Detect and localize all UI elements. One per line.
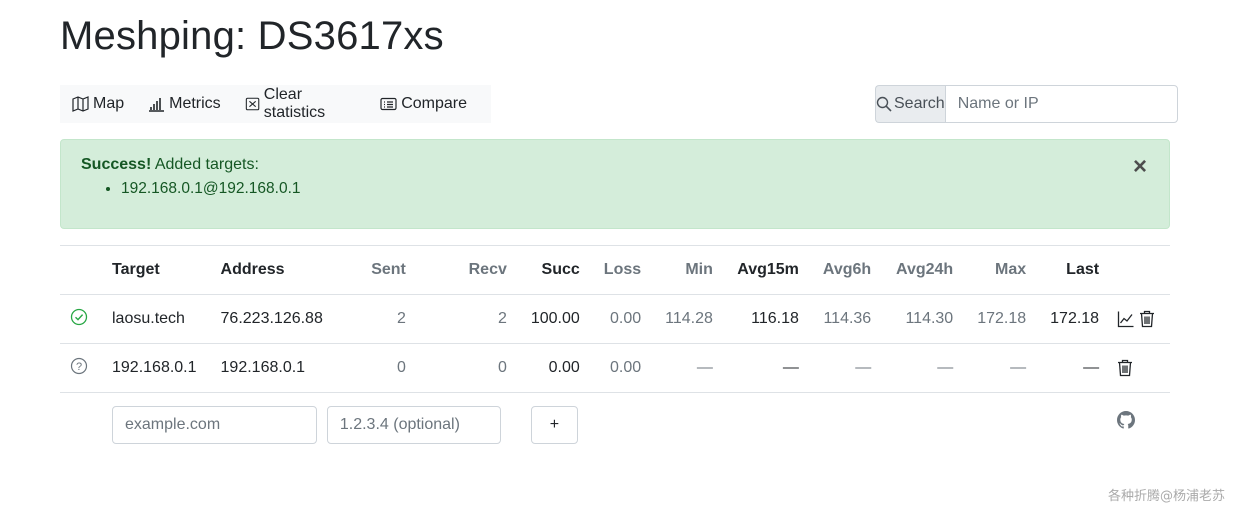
search-input[interactable] (944, 85, 1178, 123)
header-recv[interactable]: Recv (417, 245, 519, 295)
alert-list: 192.168.0.1@192.168.0.1 (81, 180, 1149, 198)
add-target-button[interactable]: + (530, 405, 578, 444)
header-actions (1111, 245, 1170, 295)
alert-message: Added targets: (154, 156, 259, 173)
compare-button[interactable]: Compare (380, 95, 467, 113)
table-row: ? 192.168.0.1 192.168.0.1 0 0 0.00 0.00 … (60, 343, 1170, 393)
question-circle-icon: ? (70, 357, 88, 374)
graph-icon[interactable] (1117, 310, 1135, 328)
avg15m-cell: — (724, 343, 811, 393)
loss-cell: 0.00 (591, 343, 654, 393)
target-cell: 192.168.0.1 (100, 343, 209, 393)
map-icon (72, 96, 89, 112)
max-cell: 172.18 (965, 294, 1039, 344)
metrics-label: Metrics (169, 95, 221, 112)
check-circle-icon (70, 308, 88, 325)
github-cell (1111, 392, 1170, 457)
succ-cell: 100.00 (518, 294, 592, 344)
add-button-cell: + (518, 392, 592, 457)
bar-chart-icon (149, 98, 165, 112)
trash-icon[interactable] (1139, 310, 1155, 328)
avg6h-cell: 114.36 (810, 294, 884, 344)
status-cell (60, 294, 100, 344)
header-succ[interactable]: Succ (518, 245, 592, 295)
x-square-icon (245, 97, 259, 111)
add-name-cell (100, 392, 335, 457)
search-button[interactable]: Search (875, 85, 945, 123)
actions-cell (1111, 294, 1170, 344)
header-min[interactable]: Min (653, 245, 725, 295)
search-group: Search (875, 85, 1178, 123)
targets-table: Target Address Sent Recv Succ Loss Min A… (60, 245, 1170, 457)
compare-label: Compare (401, 95, 467, 112)
header-last[interactable]: Last (1038, 245, 1112, 295)
header-max[interactable]: Max (965, 245, 1039, 295)
target-address-input[interactable] (326, 405, 501, 444)
max-cell: — (965, 343, 1039, 393)
header-avg6h[interactable]: Avg6h (810, 245, 884, 295)
avg6h-cell: — (810, 343, 884, 393)
alert-close-button[interactable]: × (1133, 155, 1147, 179)
clear-statistics-button[interactable]: Clear statistics (245, 86, 357, 122)
header-target[interactable]: Target (100, 245, 209, 295)
min-cell: 114.28 (653, 294, 725, 344)
metrics-button[interactable]: Metrics (148, 95, 221, 113)
header-status (60, 245, 100, 295)
sent-cell: 0 (334, 343, 418, 393)
table-header-row: Target Address Sent Recv Succ Loss Min A… (60, 245, 1170, 295)
trash-icon[interactable] (1117, 359, 1133, 377)
toolbar: Map Metrics Clear statistics Compare (60, 85, 491, 123)
avg24h-cell: 114.30 (883, 294, 966, 344)
page-title: Meshping: DS3617xs (60, 14, 444, 58)
add-address-cell (326, 392, 519, 457)
success-alert: Success! Added targets: 192.168.0.1@192.… (60, 139, 1170, 229)
last-cell: — (1038, 343, 1112, 393)
map-label: Map (93, 95, 125, 112)
header-avg24h[interactable]: Avg24h (883, 245, 966, 295)
table-row: laosu.tech 76.223.126.88 2 2 100.00 0.00… (60, 294, 1170, 344)
header-avg15m[interactable]: Avg15m (724, 245, 811, 295)
add-row-spacer (60, 392, 100, 457)
search-label: Search (894, 95, 945, 112)
last-cell: 172.18 (1038, 294, 1112, 344)
address-cell: 76.223.126.88 (208, 294, 335, 344)
map-button[interactable]: Map (72, 95, 124, 113)
github-icon[interactable] (1117, 410, 1136, 429)
header-address[interactable]: Address (208, 245, 335, 295)
target-name-input[interactable] (112, 405, 317, 444)
avg24h-cell: — (883, 343, 966, 393)
add-row-filler (591, 392, 1112, 457)
loss-cell: 0.00 (591, 294, 654, 344)
alert-strong: Success! (81, 156, 152, 173)
actions-cell (1111, 343, 1170, 393)
recv-cell: 0 (417, 343, 519, 393)
target-cell: laosu.tech (100, 294, 209, 344)
sent-cell: 2 (334, 294, 418, 344)
svg-text:?: ? (76, 361, 82, 373)
min-cell: — (653, 343, 725, 393)
header-sent[interactable]: Sent (334, 245, 418, 295)
address-cell: 192.168.0.1 (208, 343, 335, 393)
add-target-row: + (60, 392, 1170, 457)
recv-cell: 2 (417, 294, 519, 344)
avg15m-cell: 116.18 (724, 294, 811, 344)
header-loss[interactable]: Loss (591, 245, 654, 295)
list-card-icon (380, 97, 397, 111)
alert-list-item: 192.168.0.1@192.168.0.1 (121, 180, 1149, 198)
succ-cell: 0.00 (518, 343, 592, 393)
clear-statistics-label: Clear statistics (263, 86, 326, 121)
status-cell: ? (60, 343, 100, 393)
watermark: 各种折腾@杨浦老苏 (1107, 489, 1225, 504)
search-icon (876, 96, 892, 112)
